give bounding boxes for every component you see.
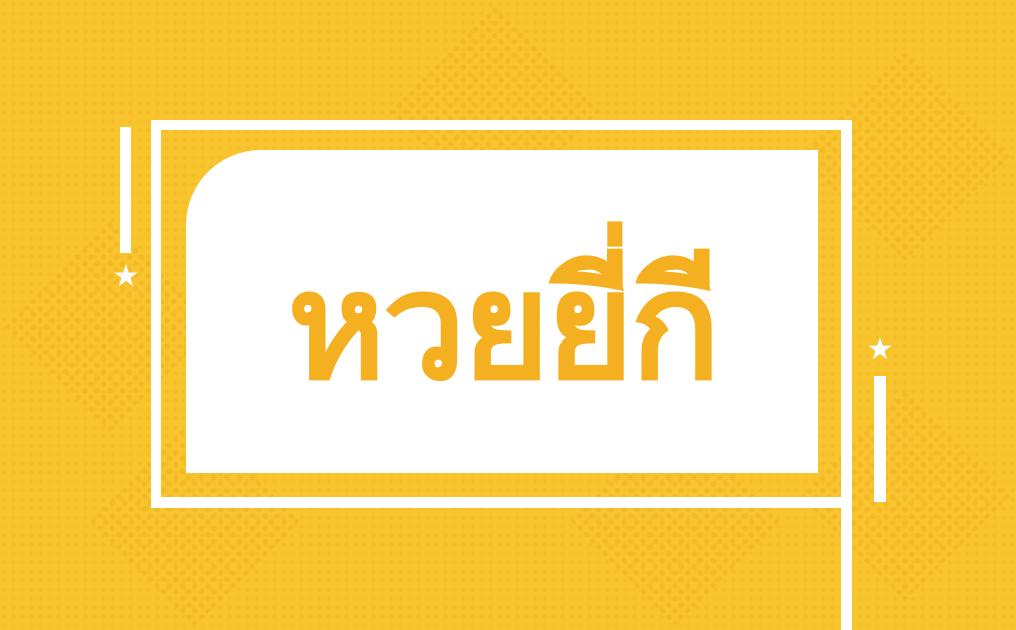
frame-line <box>151 120 852 130</box>
decorative-bar <box>120 127 131 253</box>
banner: หวยยี่กี ★ ★ <box>0 0 1016 630</box>
frame-line <box>151 497 852 508</box>
banner-title: หวยยี่กี <box>287 239 721 414</box>
frame-line <box>841 120 852 630</box>
diamond-decoration <box>3 218 217 432</box>
diamond-decoration <box>798 388 1012 602</box>
star-icon: ★ <box>112 259 140 294</box>
decorative-bar <box>874 376 886 502</box>
diamond-decoration <box>798 48 1012 262</box>
star-icon: ★ <box>866 332 894 367</box>
frame-line <box>151 120 161 508</box>
